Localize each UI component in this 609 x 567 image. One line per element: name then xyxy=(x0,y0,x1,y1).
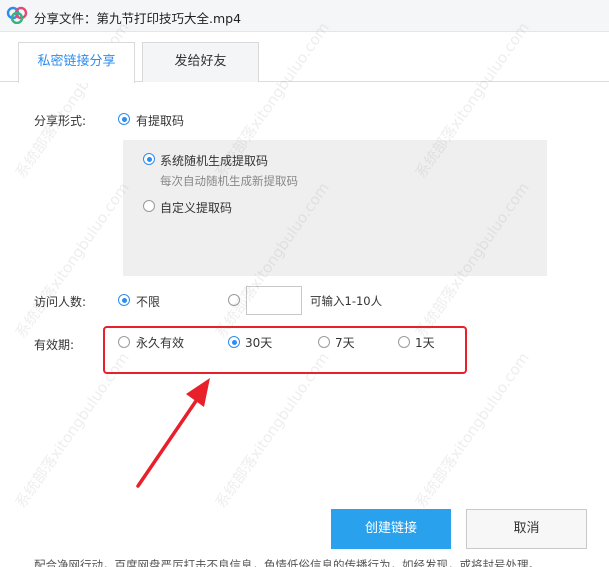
cancel-button[interactable]: 取消 xyxy=(466,509,587,549)
visitor-count-label: 访问人数: xyxy=(34,295,87,309)
create-link-button[interactable]: 创建链接 xyxy=(331,509,451,549)
with-code-radio[interactable] xyxy=(118,113,130,125)
validity-highlight-box xyxy=(103,326,467,374)
watermark-overlay: 系统部落xitongbuluo.com 系统部落xitongbuluo.com … xyxy=(0,0,609,567)
title-bar: 分享文件：第九节打印技巧大全.mp4 xyxy=(0,0,609,32)
share-tabs: 私密链接分享 发给好友 xyxy=(0,32,609,83)
visitor-count-hint: 可输入1-10人 xyxy=(310,294,383,308)
baidu-netdisk-logo-icon xyxy=(6,6,28,24)
footer-notice: 配合净网行动，百度网盘严厉打击不良信息，色情低俗信息的传播行为，如经发现，或将封… xyxy=(34,558,540,567)
random-code-hint: 每次自动随机生成新提取码 xyxy=(160,174,298,188)
visitor-count-input[interactable] xyxy=(246,286,302,315)
window-title: 分享文件：第九节打印技巧大全.mp4 xyxy=(34,11,242,26)
annotation-arrow-icon xyxy=(136,378,210,488)
unlimited-radio[interactable] xyxy=(118,294,130,306)
share-form-label: 分享形式: xyxy=(34,114,87,128)
tab-send-to-friends[interactable]: 发给好友 xyxy=(142,42,259,82)
tab-private-link[interactable]: 私密链接分享 xyxy=(18,42,135,83)
random-code-radio[interactable] xyxy=(143,153,155,165)
validity-label: 有效期: xyxy=(34,338,75,352)
random-code-label: 系统随机生成提取码 xyxy=(160,154,269,168)
with-code-option-label: 有提取码 xyxy=(136,114,185,128)
custom-code-label: 自定义提取码 xyxy=(160,201,233,215)
custom-code-radio[interactable] xyxy=(143,200,155,212)
watermark-text: 系统部落xitongbuluo.com xyxy=(11,179,133,342)
limited-count-radio[interactable] xyxy=(228,294,240,306)
unlimited-label: 不限 xyxy=(136,295,161,309)
